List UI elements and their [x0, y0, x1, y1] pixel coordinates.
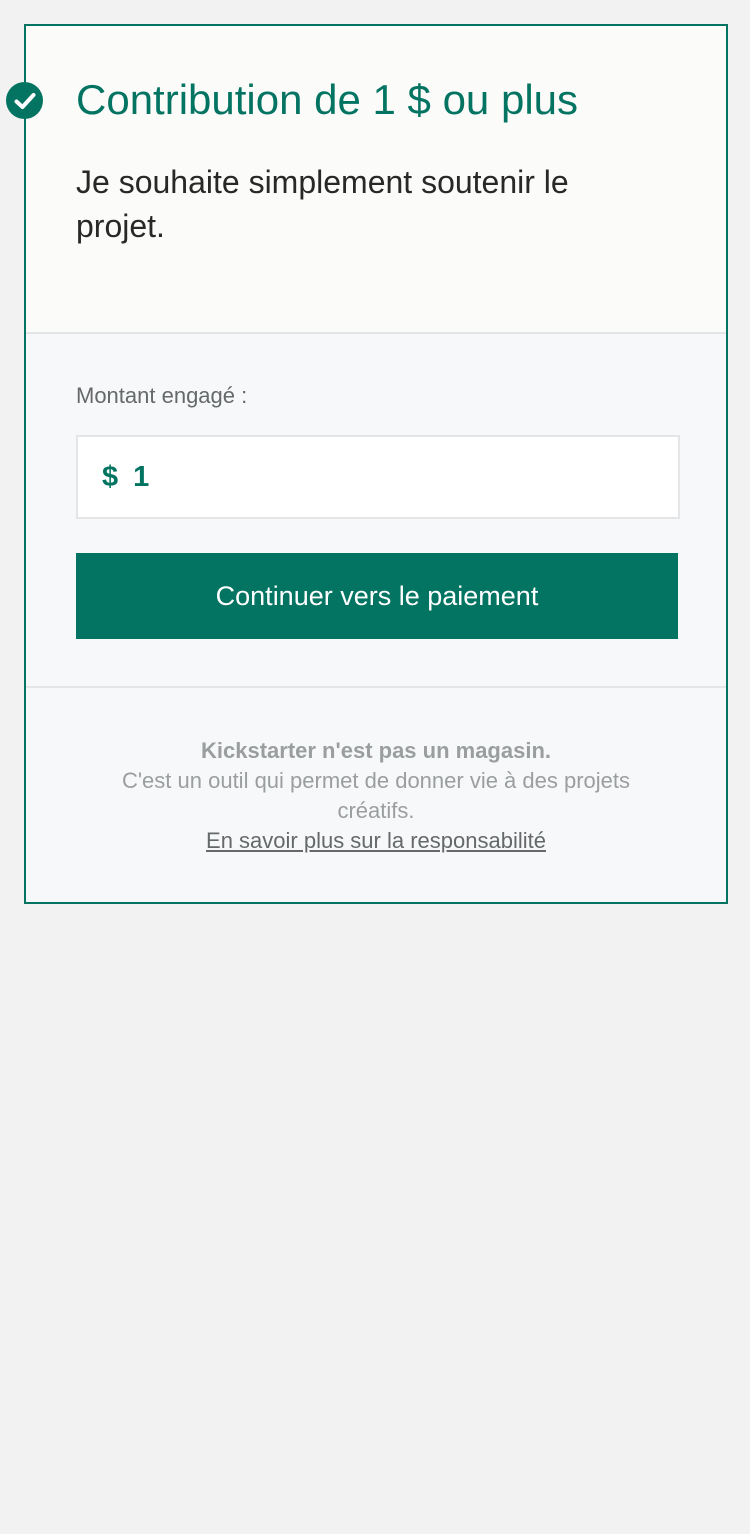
- reward-card[interactable]: Contribution de 1 $ ou plus Je souhaite …: [6, 24, 728, 904]
- checkmark-icon: [14, 92, 35, 109]
- reward-description: Je souhaite simplement soutenir le proje…: [76, 164, 569, 244]
- footer-title: Kickstarter n'est pas un magasin.: [200, 738, 552, 763]
- reward-header: Contribution de 1 $ ou plus Je souhaite …: [6, 26, 726, 334]
- accountability-footer: Kickstarter n'est pas un magasin. C'est …: [26, 736, 726, 856]
- pledge-amount-label: Montant engagé :: [76, 383, 248, 408]
- currency-symbol: $: [102, 460, 119, 493]
- check-circle-icon: [6, 82, 43, 119]
- continue-to-payment-button[interactable]: Continuer vers le paiement: [76, 553, 678, 639]
- divider: [26, 686, 726, 688]
- footer-text: C'est un outil qui permet de donner vie …: [121, 768, 631, 823]
- accountability-link[interactable]: En savoir plus sur la responsabilité: [206, 826, 546, 856]
- reward-title: Contribution de 1 $ ou plus: [76, 76, 579, 123]
- pledge-amount-input[interactable]: $ 1: [76, 435, 680, 519]
- pledge-amount-value[interactable]: 1: [133, 461, 149, 494]
